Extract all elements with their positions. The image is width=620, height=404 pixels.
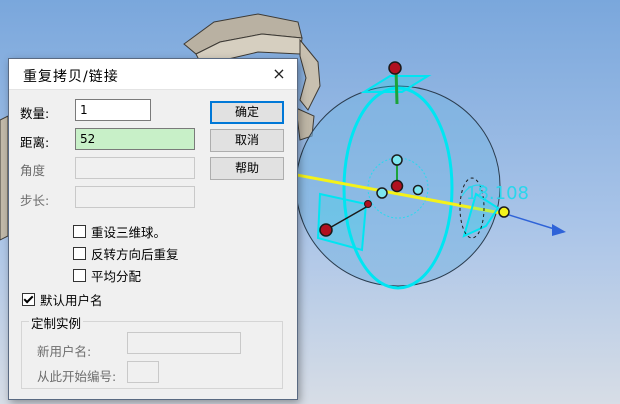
- checkbox-box[interactable]: [73, 269, 86, 282]
- distance-field[interactable]: 52: [75, 128, 195, 150]
- left-node[interactable]: [319, 223, 333, 237]
- checkbox-box[interactable]: [73, 247, 86, 260]
- right-end-node[interactable]: [498, 206, 510, 218]
- count-label: 数量:: [20, 106, 50, 121]
- center-left-node[interactable]: [376, 187, 388, 199]
- dimension-label: 18.108: [466, 183, 529, 204]
- repeat-copy-link-dialog: 重复拷贝/链接 × 数量: 1 距离: 52 角度 步长: 确定 取消 帮助 重…: [8, 58, 298, 400]
- dialog-title: 重复拷贝/链接: [23, 69, 119, 85]
- count-field[interactable]: 1: [75, 99, 151, 121]
- center-right-node[interactable]: [412, 184, 424, 196]
- reverse-repeat-checkbox[interactable]: 反转方向后重复: [73, 244, 179, 263]
- checkbox-label: 平均分配: [91, 269, 142, 284]
- ok-button[interactable]: 确定: [210, 101, 284, 124]
- close-icon[interactable]: ×: [267, 62, 291, 86]
- step-label: 步长:: [20, 193, 50, 208]
- center-node[interactable]: [390, 179, 404, 193]
- default-user-name-checkbox[interactable]: 默认用户名: [22, 290, 103, 309]
- custom-instance-title: 定制实例: [29, 313, 84, 332]
- help-button[interactable]: 帮助: [210, 157, 284, 180]
- angle-label: 角度: [20, 163, 46, 178]
- new-user-name-field[interactable]: [127, 332, 241, 354]
- new-user-name-label: 新用户名:: [37, 344, 92, 359]
- checkbox-box[interactable]: [73, 225, 86, 238]
- step-field[interactable]: [75, 186, 195, 208]
- center-top-node[interactable]: [391, 154, 403, 166]
- checkbox-box[interactable]: [22, 293, 35, 306]
- arrow-head-icon: [552, 224, 566, 236]
- checkbox-label: 反转方向后重复: [91, 247, 179, 262]
- dialog-titlebar[interactable]: 重复拷贝/链接 ×: [9, 59, 297, 90]
- top-node[interactable]: [388, 61, 402, 75]
- start-number-field[interactable]: [127, 361, 159, 383]
- distance-label: 距离:: [20, 135, 50, 150]
- small-left-node[interactable]: [364, 200, 372, 208]
- cancel-button[interactable]: 取消: [210, 129, 284, 152]
- reset-3d-ball-checkbox[interactable]: 重设三维球。: [73, 222, 166, 241]
- checkbox-label: 默认用户名: [40, 293, 103, 308]
- angle-field[interactable]: [75, 157, 195, 179]
- even-distribute-checkbox[interactable]: 平均分配: [73, 266, 141, 285]
- checkbox-label: 重设三维球。: [91, 225, 167, 240]
- start-number-label: 从此开始编号:: [37, 369, 117, 384]
